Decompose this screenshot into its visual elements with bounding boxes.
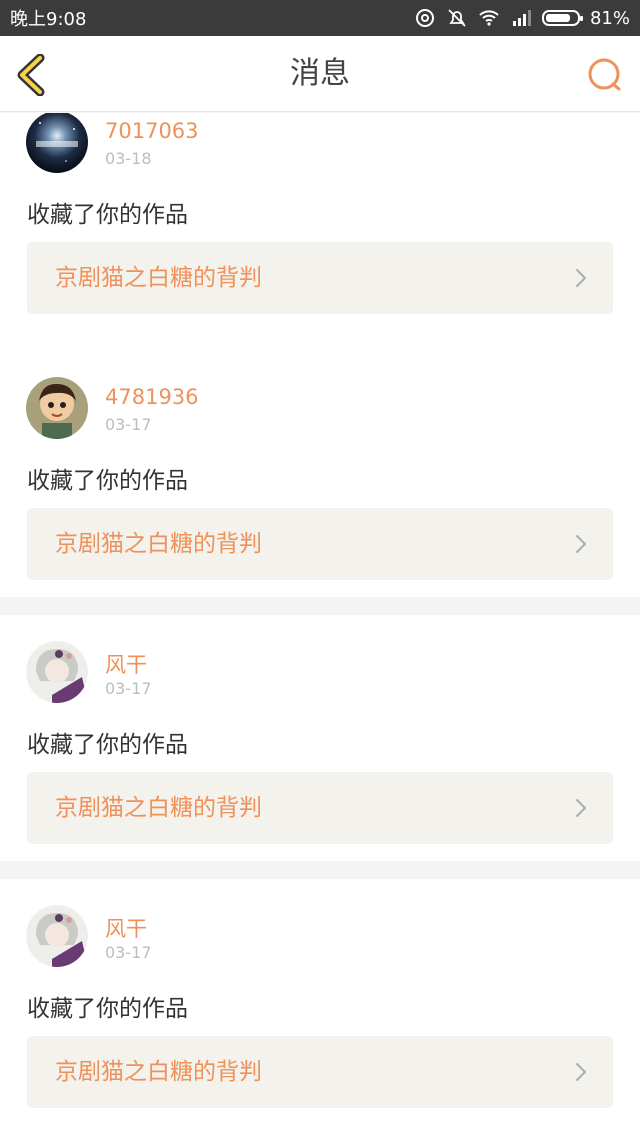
message-card: 7017063 03-18 收藏了你的作品 京剧猫之白糖的背判: [0, 113, 640, 357]
work-link[interactable]: 京剧猫之白糖的背判: [27, 1036, 613, 1108]
message-date: 03-18: [105, 149, 152, 168]
battery-level: [545, 14, 570, 22]
message-action-text: 收藏了你的作品: [27, 996, 188, 1022]
message-list[interactable]: 7017063 03-18 收藏了你的作品 京剧猫之白糖的背判 4781936 …: [0, 113, 640, 1138]
username[interactable]: 4781936: [105, 385, 199, 409]
work-title: 京剧猫之白糖的背判: [55, 795, 262, 821]
anime-girl-avatar-icon: [26, 641, 88, 703]
chevron-right-icon: [575, 534, 587, 554]
message-card: 风干 03-17 收藏了你的作品 京剧猫之白糖的背判: [0, 615, 640, 861]
search-icon[interactable]: [586, 56, 624, 94]
work-link[interactable]: 京剧猫之白糖的背判: [27, 508, 613, 580]
battery-percent: 81%: [589, 7, 630, 29]
username[interactable]: 7017063: [105, 119, 199, 143]
bell-muted-icon: [448, 9, 466, 27]
message-card: 风干 03-17 收藏了你的作品 京剧猫之白糖的背判: [0, 879, 640, 1138]
anime-girl-avatar-icon: [26, 905, 88, 967]
username[interactable]: 风干: [105, 649, 147, 679]
work-title: 京剧猫之白糖的背判: [55, 265, 262, 291]
status-time: 晚上9:08: [10, 9, 87, 30]
message-date: 03-17: [105, 415, 152, 434]
status-icons: 81%: [414, 7, 630, 29]
status-bar: 晚上9:08 81%: [0, 0, 640, 36]
message-action-text: 收藏了你的作品: [27, 732, 188, 758]
wifi-icon: [479, 10, 499, 26]
user-avatar[interactable]: [26, 113, 88, 173]
work-link[interactable]: 京剧猫之白糖的背判: [27, 242, 613, 314]
battery-icon: [541, 10, 583, 26]
chevron-right-icon: [575, 268, 587, 288]
header-bar: 消息: [0, 36, 640, 112]
username[interactable]: 风干: [105, 913, 147, 943]
work-link[interactable]: 京剧猫之白糖的背判: [27, 772, 613, 844]
message-card: 4781936 03-17 收藏了你的作品 京剧猫之白糖的背判: [0, 351, 640, 597]
work-title: 京剧猫之白糖的背判: [55, 1059, 262, 1085]
user-avatar[interactable]: [26, 641, 88, 703]
user-avatar[interactable]: [26, 377, 88, 439]
message-action-text: 收藏了你的作品: [27, 202, 188, 228]
work-title: 京剧猫之白糖的背判: [55, 531, 262, 557]
galaxy-avatar-icon: [26, 113, 88, 173]
sync-icon: [415, 9, 434, 27]
user-avatar[interactable]: [26, 905, 88, 967]
chevron-right-icon: [575, 798, 587, 818]
cartoon-boy-avatar-icon: [26, 377, 88, 439]
page-title: 消息: [290, 56, 350, 91]
chevron-right-icon: [575, 1062, 587, 1082]
message-action-text: 收藏了你的作品: [27, 468, 188, 494]
message-date: 03-17: [105, 943, 152, 962]
message-date: 03-17: [105, 679, 152, 698]
signal-icon: [512, 10, 531, 26]
